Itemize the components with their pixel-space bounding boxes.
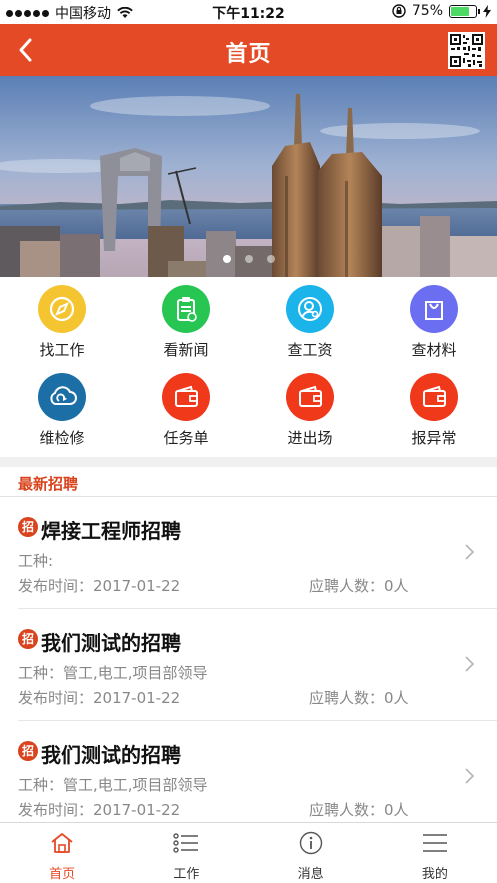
status-bar: 中国移动 下午11:22 75% xyxy=(0,0,497,24)
battery-icon xyxy=(449,4,480,18)
list-icon xyxy=(173,833,199,853)
job-type: 工种: xyxy=(18,552,54,570)
grid-label: 看新闻 xyxy=(163,341,209,359)
charging-icon xyxy=(483,4,491,18)
carousel-dot[interactable] xyxy=(222,255,231,263)
tab-profile[interactable]: 我的 xyxy=(373,823,497,883)
compass-icon xyxy=(38,285,86,333)
section-title: 最新招聘 xyxy=(18,475,79,493)
job-list: 招 焊接工程师招聘 工种: 发布时间：2017-01-22 应聘人数：0人 招 … xyxy=(0,497,497,822)
chevron-right-icon xyxy=(465,544,475,560)
function-grid: 找工作 看新闻 查工资 查材料 维检修 任务单 进出场 报异常 xyxy=(0,277,497,457)
job-type: 工种：管工,电工,项目部领导 xyxy=(18,776,208,794)
job-title: 焊接工程师招聘 xyxy=(41,519,181,543)
recruit-badge-icon: 招 xyxy=(18,629,38,649)
grid-label: 报异常 xyxy=(411,429,457,447)
user-search-icon xyxy=(286,285,334,333)
list-item[interactable]: 招 我们测试的招聘 工种：管工,电工,项目部领导 发布时间：2017-01-22… xyxy=(18,721,497,822)
tab-messages[interactable]: 消息 xyxy=(249,823,373,883)
app-screen: 中国移动 下午11:22 75% 首页 找工作 看新闻 查工资 查材料 维检修 … xyxy=(0,0,497,883)
grid-item-materials[interactable]: 查材料 xyxy=(372,277,496,365)
grid-label: 查工资 xyxy=(287,341,333,359)
list-item[interactable]: 招 焊接工程师招聘 工种: 发布时间：2017-01-22 应聘人数：0人 xyxy=(18,497,497,609)
recruit-badge-icon: 招 xyxy=(18,741,38,761)
list-item[interactable]: 招 我们测试的招聘 工种：管工,电工,项目部领导 发布时间：2017-01-22… xyxy=(18,609,497,721)
job-date: 发布时间：2017-01-22 xyxy=(18,801,181,819)
shopping-bag-icon xyxy=(410,285,458,333)
carousel-indicator xyxy=(0,255,497,263)
grid-label: 进出场 xyxy=(287,429,333,447)
nav-bar: 首页 xyxy=(0,24,497,76)
rotation-lock-icon xyxy=(392,4,406,18)
home-icon xyxy=(51,833,73,853)
grid-item-salary[interactable]: 查工资 xyxy=(248,277,372,365)
grid-item-news[interactable]: 看新闻 xyxy=(124,277,248,365)
job-applicant-count: 应聘人数：0人 xyxy=(309,577,409,595)
grid-label: 找工作 xyxy=(39,341,85,359)
battery-percent: 75% xyxy=(411,3,443,19)
job-applicant-count: 应聘人数：0人 xyxy=(309,801,409,819)
tab-label: 工作 xyxy=(173,867,200,882)
recruit-badge-icon: 招 xyxy=(18,517,38,537)
grid-label: 任务单 xyxy=(163,429,209,447)
wallet-icon xyxy=(286,373,334,421)
page-title: 首页 xyxy=(225,42,272,67)
banner-carousel[interactable] xyxy=(0,76,497,277)
job-type: 工种：管工,电工,项目部领导 xyxy=(18,664,208,682)
job-date: 发布时间：2017-01-22 xyxy=(18,577,181,595)
grid-item-task-list[interactable]: 任务单 xyxy=(124,365,248,453)
grid-label: 查材料 xyxy=(411,341,457,359)
city-skyline-image xyxy=(0,76,497,277)
chevron-right-icon xyxy=(465,656,475,672)
wallet-icon xyxy=(162,373,210,421)
chevron-right-icon xyxy=(465,768,475,784)
tab-bar: 首页 工作 消息 我的 xyxy=(0,822,497,883)
grid-item-entry-exit[interactable]: 进出场 xyxy=(248,365,372,453)
tab-label: 消息 xyxy=(297,867,324,882)
grid-item-find-job[interactable]: 找工作 xyxy=(0,277,124,365)
carousel-dot[interactable] xyxy=(266,255,275,263)
job-title: 我们测试的招聘 xyxy=(41,743,181,767)
qr-code-icon xyxy=(450,34,483,67)
job-title: 我们测试的招聘 xyxy=(41,631,181,655)
status-right: 75% xyxy=(392,3,491,19)
tab-label: 首页 xyxy=(49,867,76,882)
info-icon xyxy=(299,831,322,855)
tab-label: 我的 xyxy=(421,867,448,882)
job-date: 发布时间：2017-01-22 xyxy=(18,689,181,707)
tab-home[interactable]: 首页 xyxy=(0,823,124,883)
section-header: 最新招聘 xyxy=(0,467,497,497)
cloud-sync-icon xyxy=(38,373,86,421)
menu-icon xyxy=(422,834,447,852)
grid-label: 维检修 xyxy=(39,429,85,447)
job-applicant-count: 应聘人数：0人 xyxy=(309,689,409,707)
clipboard-icon xyxy=(162,285,210,333)
grid-item-report-exception[interactable]: 报异常 xyxy=(372,365,496,453)
qr-code-button[interactable] xyxy=(448,32,485,69)
battery-fill xyxy=(451,6,469,16)
wallet-icon xyxy=(410,373,458,421)
carousel-dot[interactable] xyxy=(244,255,253,263)
grid-item-maintenance[interactable]: 维检修 xyxy=(0,365,124,453)
tab-work[interactable]: 工作 xyxy=(124,823,248,883)
